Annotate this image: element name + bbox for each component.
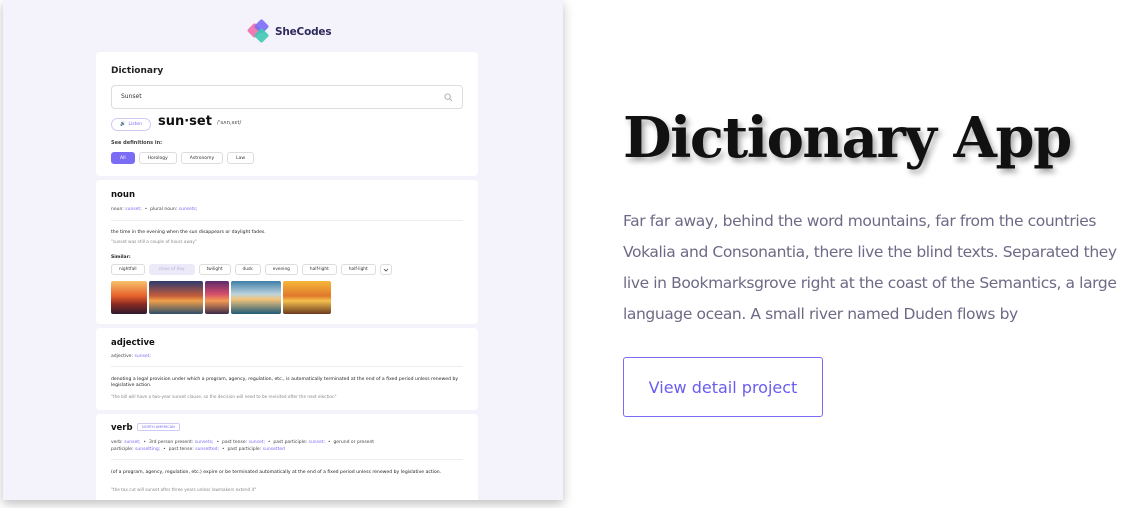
- listen-label: Listen: [128, 122, 143, 127]
- divider: [111, 220, 463, 221]
- view-detail-project-button[interactable]: View detail project: [623, 357, 823, 417]
- category-astronomy[interactable]: Astronomy: [180, 152, 224, 164]
- see-definitions-label: See definitions in:: [111, 140, 163, 146]
- phonetic: /ˈsʌnˌsɛt/: [217, 120, 242, 126]
- similar-word-chip[interactable]: half-light: [340, 264, 376, 275]
- divider: [111, 366, 463, 367]
- verb-heading: verb: [111, 423, 133, 433]
- similar-label: Similar:: [111, 255, 131, 260]
- similar-word-chip[interactable]: close of day: [148, 264, 195, 275]
- project-title: Dictionary App: [623, 105, 1072, 171]
- sunset-photo[interactable]: [231, 281, 281, 314]
- noun-heading: noun: [111, 190, 135, 200]
- similar-word-chip[interactable]: half-light: [301, 264, 337, 275]
- similar-word-chip[interactable]: evening: [264, 264, 298, 275]
- adjective-heading: adjective: [111, 338, 155, 348]
- noun-example: "sunset was still a couple of hours away…: [111, 239, 197, 244]
- adjective-forms: adjective: sunset;: [111, 354, 151, 359]
- project-screenshot: SheCodes Dictionary 🔊 Listen sun·set /ˈs…: [3, 0, 563, 500]
- region-badge: NORTH AMERICAN: [137, 423, 180, 431]
- search-card: Dictionary 🔊 Listen sun·set /ˈsʌnˌsɛt/ S…: [96, 52, 478, 176]
- listen-button[interactable]: 🔊 Listen: [111, 118, 151, 131]
- noun-definition: the time in the evening when the sun dis…: [111, 230, 266, 235]
- headword: sun·set: [158, 114, 212, 129]
- adjective-card: adjective adjective: sunset; denoting a …: [96, 328, 478, 410]
- project-description: Far far away, behind the word mountains,…: [623, 212, 1117, 323]
- verb-forms-line1: verb: sunset; • 3rd person present: suns…: [111, 440, 375, 445]
- brand-logo: SheCodes: [246, 18, 332, 44]
- dictionary-title: Dictionary: [111, 66, 164, 76]
- speaker-icon: 🔊: [119, 122, 126, 127]
- verb-forms-line2: participle: sunsetting; • past tense: su…: [111, 447, 285, 452]
- noun-card: noun noun: sunset; • plural noun: sunset…: [96, 180, 478, 324]
- category-all[interactable]: All: [111, 152, 135, 164]
- sunset-photo[interactable]: [283, 281, 331, 314]
- chevron-down-icon[interactable]: [379, 264, 392, 275]
- sunset-photos: [111, 281, 331, 314]
- search-box[interactable]: [111, 85, 463, 109]
- sunset-photo[interactable]: [205, 281, 229, 314]
- similar-word-chip[interactable]: nightfall: [111, 264, 145, 275]
- sunset-photo[interactable]: [149, 281, 203, 314]
- similar-word-chip[interactable]: twilight: [198, 264, 231, 275]
- category-horology[interactable]: Horology: [138, 152, 177, 164]
- sunset-photo[interactable]: [111, 281, 147, 314]
- noun-forms: noun: sunset; • plural noun: sunsets;: [111, 207, 198, 212]
- verb-example: "the tax cut will sunset after three yea…: [111, 487, 257, 492]
- search-icon[interactable]: [444, 93, 453, 102]
- adjective-example: "the bill will have a two-year sunset cl…: [111, 394, 337, 399]
- search-input[interactable]: [121, 93, 421, 100]
- shecodes-logo-icon: [246, 18, 271, 44]
- verb-card: verb NORTH AMERICAN verb: sunset; • 3rd …: [96, 414, 478, 500]
- similar-words: nightfall close of day twilight dusk eve…: [111, 264, 392, 275]
- adjective-definition: denoting a legal provision under which a…: [111, 377, 459, 388]
- divider: [111, 459, 463, 460]
- category-law[interactable]: Law: [227, 152, 255, 164]
- similar-word-chip[interactable]: dusk: [234, 264, 261, 275]
- brand-name: SheCodes: [275, 26, 332, 38]
- category-tabs: All Horology Astronomy Law: [111, 152, 255, 164]
- verb-definition: (of a program, agency, regulation, etc.)…: [111, 470, 442, 475]
